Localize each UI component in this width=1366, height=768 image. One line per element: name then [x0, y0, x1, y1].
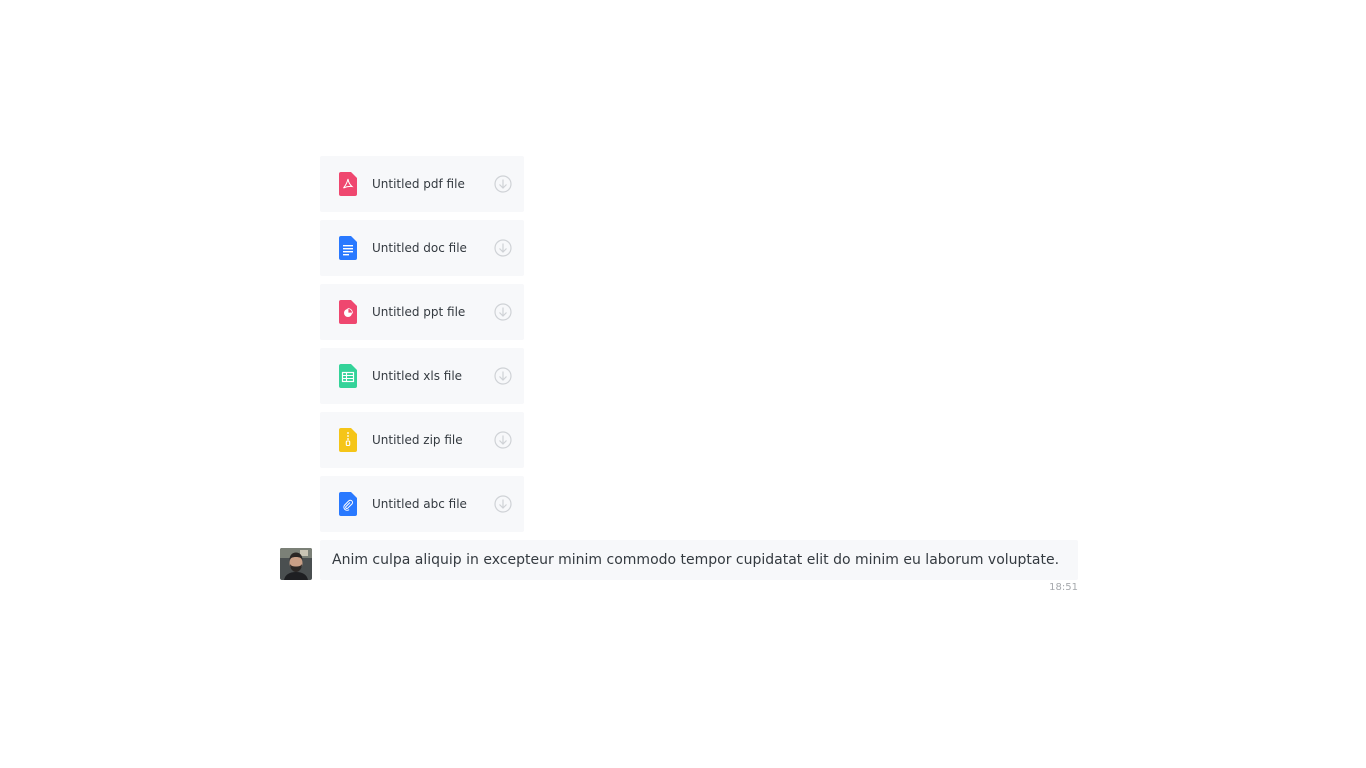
message-bubble: Anim culpa aliquip in excepteur minim co… [320, 540, 1078, 580]
message-group: Untitled pdf file Untitled doc file Unti… [280, 156, 1078, 593]
attachment-name: Untitled doc file [372, 241, 467, 255]
download-icon[interactable] [494, 175, 512, 193]
ppt-file-icon [339, 300, 357, 324]
download-icon[interactable] [494, 431, 512, 449]
doc-file-icon [339, 236, 357, 260]
attachment-xls[interactable]: Untitled xls file [320, 348, 524, 404]
attachment-name: Untitled pdf file [372, 177, 465, 191]
attachment-name: Untitled ppt file [372, 305, 466, 319]
attachment-name: Untitled xls file [372, 369, 463, 383]
xls-file-icon [339, 364, 357, 388]
attachment-zip[interactable]: Untitled zip file [320, 412, 524, 468]
attachment-list: Untitled pdf file Untitled doc file Unti… [320, 156, 1078, 532]
message-timestamp: 18:51 [1049, 582, 1078, 593]
generic-file-icon [339, 492, 357, 516]
message-row: Anim culpa aliquip in excepteur minim co… [280, 540, 1078, 580]
pdf-file-icon [339, 172, 357, 196]
attachment-doc[interactable]: Untitled doc file [320, 220, 524, 276]
download-icon[interactable] [494, 239, 512, 257]
message-text: Anim culpa aliquip in excepteur minim co… [332, 552, 1060, 568]
attachment-name: Untitled abc file [372, 497, 467, 511]
attachment-name: Untitled zip file [372, 433, 463, 447]
download-icon[interactable] [494, 495, 512, 513]
avatar[interactable] [280, 548, 312, 580]
attachment-ppt[interactable]: Untitled ppt file [320, 284, 524, 340]
zip-file-icon [339, 428, 357, 452]
attachment-abc[interactable]: Untitled abc file [320, 476, 524, 532]
download-icon[interactable] [494, 367, 512, 385]
download-icon[interactable] [494, 303, 512, 321]
attachment-pdf[interactable]: Untitled pdf file [320, 156, 524, 212]
